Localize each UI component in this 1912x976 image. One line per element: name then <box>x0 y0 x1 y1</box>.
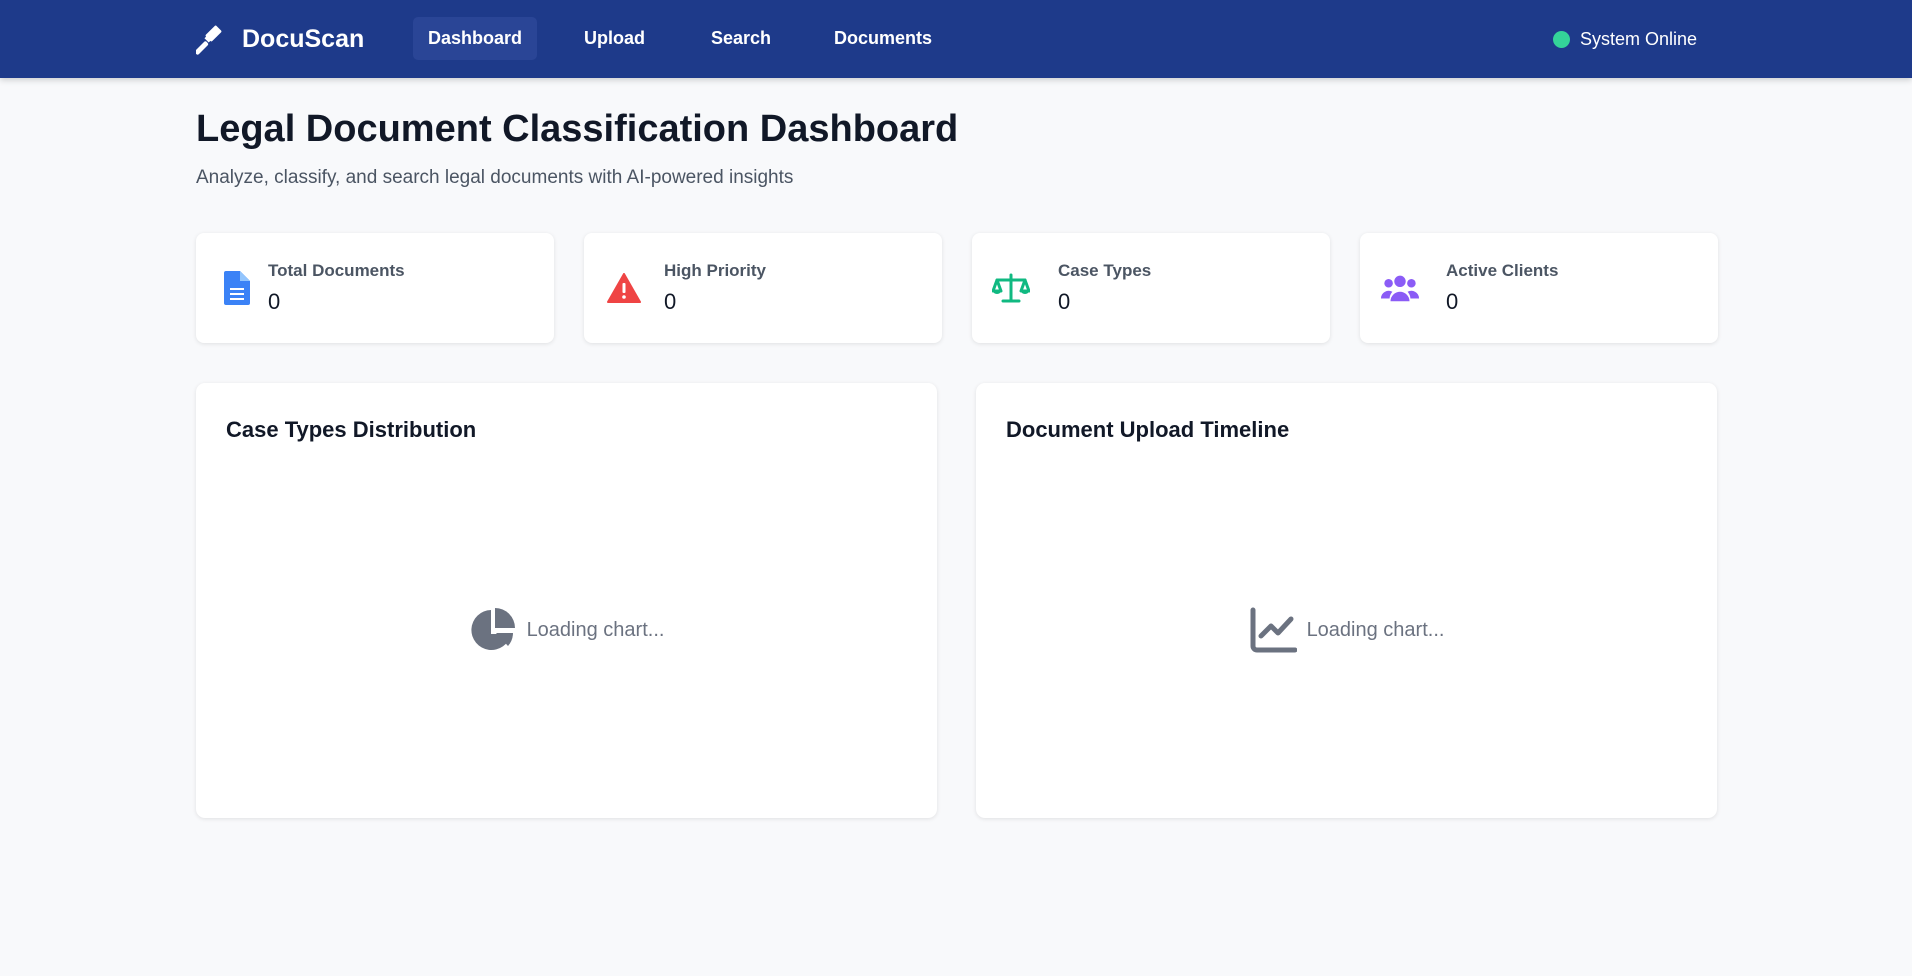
pie-chart-icon <box>470 608 515 650</box>
nav-item-label: Search <box>711 28 772 48</box>
stat-value: 0 <box>1446 289 1459 314</box>
nav-item-label: Upload <box>584 28 645 48</box>
status-text: System Online <box>1579 28 1697 49</box>
chart-title: Case Types Distribution <box>226 417 477 442</box>
chart-card-upload-timeline: Document Upload Timeline Loading chart..… <box>976 383 1717 818</box>
document-icon <box>218 269 256 307</box>
stat-card-total-documents: Total Documents 0 <box>196 233 554 343</box>
stat-value: 0 <box>1058 289 1071 314</box>
stat-value: 0 <box>664 289 677 314</box>
page-title: Legal Document Classification Dashboard <box>196 108 959 150</box>
chart-loading: Loading chart... <box>976 605 1717 655</box>
stat-label: High Priority <box>664 261 767 280</box>
warning-triangle-icon <box>605 269 643 307</box>
line-chart-icon <box>1250 607 1297 653</box>
stat-label: Active Clients <box>1446 261 1559 280</box>
stat-value: 0 <box>268 289 281 314</box>
loading-text: Loading chart... <box>526 618 665 641</box>
loading-text: Loading chart... <box>1306 618 1445 641</box>
nav-item-search[interactable]: Search <box>696 17 786 60</box>
nav-item-label: Dashboard <box>428 28 523 48</box>
stat-label: Case Types <box>1058 261 1152 280</box>
system-status: System Online <box>1552 28 1697 50</box>
stat-card-high-priority: High Priority 0 <box>584 233 942 343</box>
scale-balance-icon <box>992 269 1030 307</box>
nav-item-dashboard[interactable]: Dashboard <box>413 17 538 60</box>
brand[interactable]: DocuScan <box>196 22 364 56</box>
page-subtitle: Analyze, classify, and search legal docu… <box>196 167 794 188</box>
gavel-icon <box>196 25 222 55</box>
users-icon <box>1381 269 1419 307</box>
chart-card-case-types: Case Types Distribution Loading chart... <box>196 383 937 818</box>
chart-loading: Loading chart... <box>196 605 937 655</box>
brand-name: DocuScan <box>242 24 365 53</box>
stat-card-case-types: Case Types 0 <box>972 233 1330 343</box>
stat-card-active-clients: Active Clients 0 <box>1360 233 1718 343</box>
top-navbar: DocuScan Dashboard Upload Search Documen… <box>0 0 1912 78</box>
nav-item-upload[interactable]: Upload <box>569 17 660 60</box>
chart-title: Document Upload Timeline <box>1006 417 1290 442</box>
nav-item-documents[interactable]: Documents <box>819 17 947 60</box>
stat-label: Total Documents <box>268 261 405 280</box>
nav-item-label: Documents <box>834 28 933 48</box>
status-dot-icon <box>1552 30 1570 48</box>
